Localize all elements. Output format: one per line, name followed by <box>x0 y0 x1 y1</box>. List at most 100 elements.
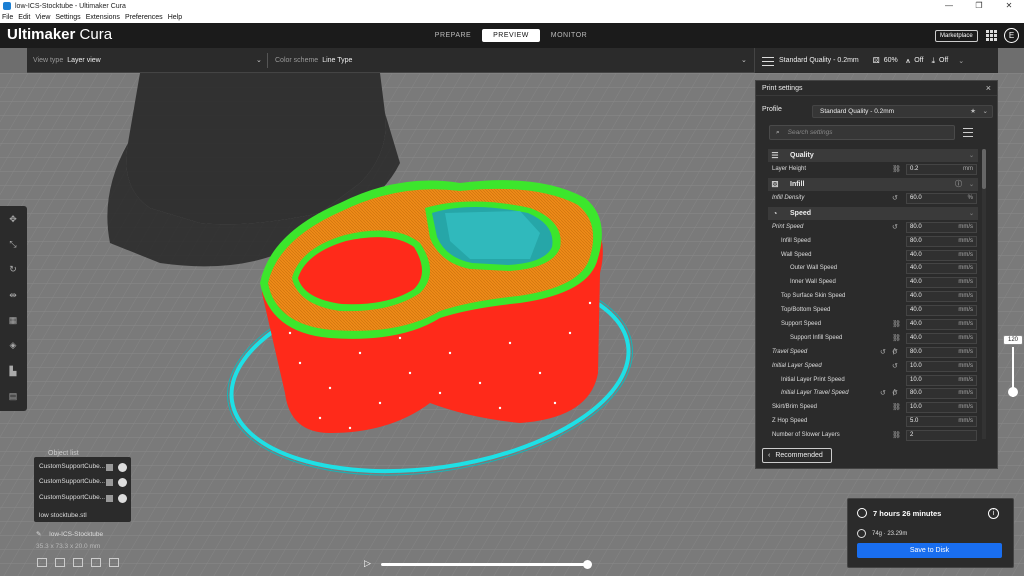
reset-icon[interactable]: ↺ <box>892 223 898 231</box>
category-speed[interactable]: ◔ Speed ⌄ <box>768 206 978 220</box>
menu-preferences[interactable]: Preferences <box>125 14 163 21</box>
close-icon[interactable]: × <box>986 83 991 93</box>
chevron-down-icon[interactable]: ⌄ <box>741 56 747 64</box>
maximize-icon[interactable]: ❐ <box>964 0 994 12</box>
visibility-toggle[interactable] <box>118 478 127 487</box>
view-type-dropdown[interactable]: View type Layer view <box>33 48 101 73</box>
play-icon[interactable]: ▷ <box>364 558 371 569</box>
object-file-name[interactable]: low stocktube.stl <box>39 512 87 519</box>
link-icon[interactable]: ⛓ <box>892 431 901 439</box>
menu-view[interactable]: View <box>35 14 50 21</box>
setting-input[interactable]: 60.0 % <box>906 192 977 204</box>
setting-input[interactable]: 80.0 mm/s <box>906 346 977 358</box>
rotate-tool-icon[interactable]: ↻ <box>6 262 20 276</box>
menu-extensions[interactable]: Extensions <box>86 14 120 21</box>
scale-tool-icon[interactable]: ⤡ <box>6 237 20 251</box>
chevron-down-icon: ⌄ <box>968 181 974 188</box>
visibility-toggle[interactable] <box>118 463 127 472</box>
setting-input[interactable]: 0.2 mm <box>906 164 977 175</box>
link-icon[interactable]: ⛓ <box>892 334 901 342</box>
function-icon[interactable]: ƒ <box>892 348 896 355</box>
layer-tool-icon[interactable]: ▤ <box>6 389 20 403</box>
left-view-icon[interactable] <box>91 558 101 567</box>
setting-input[interactable]: 40.0 mm/s <box>906 263 977 275</box>
menu-file[interactable]: File <box>2 14 13 21</box>
layer-slider-handle[interactable] <box>1008 387 1018 397</box>
setting-input[interactable]: 2 <box>906 430 977 441</box>
setting-input[interactable]: 10.0 mm/s <box>906 402 977 414</box>
info-icon[interactable]: i <box>988 508 999 519</box>
setting-input[interactable]: 40.0 mm/s <box>906 319 977 331</box>
top-view-icon[interactable] <box>73 558 83 567</box>
setting-input[interactable]: 80.0 mm/s <box>906 221 977 233</box>
star-icon[interactable]: ★ <box>970 106 976 117</box>
simulation-track[interactable] <box>381 563 589 566</box>
setting-input[interactable]: 80.0 mm/s <box>906 388 977 400</box>
reset-icon[interactable]: ↺ <box>880 348 886 356</box>
setting-input[interactable]: 80.0 mm/s <box>906 235 977 247</box>
marketplace-button[interactable]: Marketplace <box>935 30 978 42</box>
minimize-icon[interactable]: — <box>934 0 964 12</box>
account-avatar[interactable]: E <box>1004 28 1019 43</box>
edit-icon[interactable]: ✎ <box>36 531 41 538</box>
tab-preview[interactable]: PREVIEW <box>482 29 540 42</box>
3d-view-icon[interactable] <box>37 558 47 567</box>
setting-input[interactable]: 40.0 mm/s <box>906 291 977 303</box>
chevron-down-icon[interactable]: ⌄ <box>256 56 262 64</box>
function-icon[interactable]: ƒ <box>892 389 896 396</box>
setting-input[interactable]: 10.0 mm/s <box>906 374 977 386</box>
setting-input[interactable]: 40.0 mm/s <box>906 249 977 261</box>
brand-secondary: Cura <box>79 26 113 43</box>
setting-input[interactable]: 40.0 mm/s <box>906 332 977 344</box>
mirror-tool-icon[interactable]: ⇹ <box>6 288 20 302</box>
settings-scrollbar[interactable] <box>982 149 986 439</box>
move-tool-icon[interactable]: ✥ <box>6 212 20 226</box>
profile-dropdown[interactable]: Standard Quality - 0.2mm ★ ⌄ <box>812 105 993 118</box>
tab-monitor[interactable]: MONITOR <box>540 29 598 42</box>
category-quality[interactable]: ☰ Quality ⌄ <box>768 149 978 162</box>
settings-list[interactable]: ☰ Quality ⌄ Layer Height ⛓ 0.2 mm ⚄ Infi… <box>768 148 978 441</box>
category-label: Speed <box>790 209 812 217</box>
print-time: 7 hours 26 minutes <box>857 508 941 518</box>
setting-input[interactable]: 40.0 mm/s <box>906 305 977 317</box>
scrollbar-thumb[interactable] <box>982 149 986 189</box>
print-setup-selector[interactable]: Standard Quality - 0.2mm ⚄ 60% ⩚ Off ⤓ O… <box>754 48 998 73</box>
search-settings-input[interactable]: ⌕ Search settings <box>769 125 955 140</box>
link-icon[interactable]: ⛓ <box>892 320 901 328</box>
custom-supports-icon[interactable]: ▙ <box>6 364 20 378</box>
settings-menu-icon[interactable] <box>963 128 973 137</box>
right-view-icon[interactable] <box>109 558 119 567</box>
front-view-icon[interactable] <box>55 558 65 567</box>
list-item[interactable]: CustomSupportCube... <box>39 478 127 488</box>
tab-prepare[interactable]: PREPARE <box>424 29 482 42</box>
menu-settings[interactable]: Settings <box>55 14 80 21</box>
object-list-title[interactable]: Object list <box>48 450 79 457</box>
setting-input[interactable]: 40.0 mm/s <box>906 277 977 289</box>
stage-tabs: PREPARE PREVIEW MONITOR <box>424 29 598 42</box>
setting-label: Support Infill Speed <box>790 334 843 341</box>
color-scheme-dropdown[interactable]: Color scheme Line Type <box>275 48 352 73</box>
save-to-disk-button[interactable]: Save to Disk <box>857 543 1002 558</box>
setting-input[interactable]: 10.0 mm/s <box>906 360 977 372</box>
layer-number-input[interactable]: 120 <box>1003 335 1023 345</box>
visibility-toggle[interactable] <box>118 494 127 503</box>
menu-edit[interactable]: Edit <box>18 14 30 21</box>
layer-slider[interactable]: 120 <box>1003 335 1023 495</box>
link-icon[interactable]: ⛓ <box>892 403 901 411</box>
setting-input[interactable]: 5.0 mm/s <box>906 416 977 428</box>
reset-icon[interactable]: ↺ <box>892 194 898 202</box>
support-blocker-icon[interactable]: ◈ <box>6 338 20 352</box>
list-item[interactable]: CustomSupportCube... <box>39 494 127 504</box>
menu-help[interactable]: Help <box>168 14 182 21</box>
simulation-handle[interactable] <box>583 560 592 569</box>
close-window-icon[interactable]: ✕ <box>994 0 1024 12</box>
apps-grid-icon[interactable] <box>986 30 997 41</box>
info-icon[interactable]: ⓘ <box>955 179 962 189</box>
reset-icon[interactable]: ↺ <box>880 389 886 397</box>
reset-icon[interactable]: ↺ <box>892 362 898 370</box>
category-infill[interactable]: ⚄ Infill ⓘ ⌄ <box>768 177 978 191</box>
recommended-button[interactable]: ‹ Recommended <box>762 448 832 463</box>
material-usage: 74g · 23.29m <box>857 529 907 538</box>
list-item[interactable]: CustomSupportCube... <box>39 463 127 473</box>
per-model-settings-icon[interactable]: ▦ <box>6 313 20 327</box>
